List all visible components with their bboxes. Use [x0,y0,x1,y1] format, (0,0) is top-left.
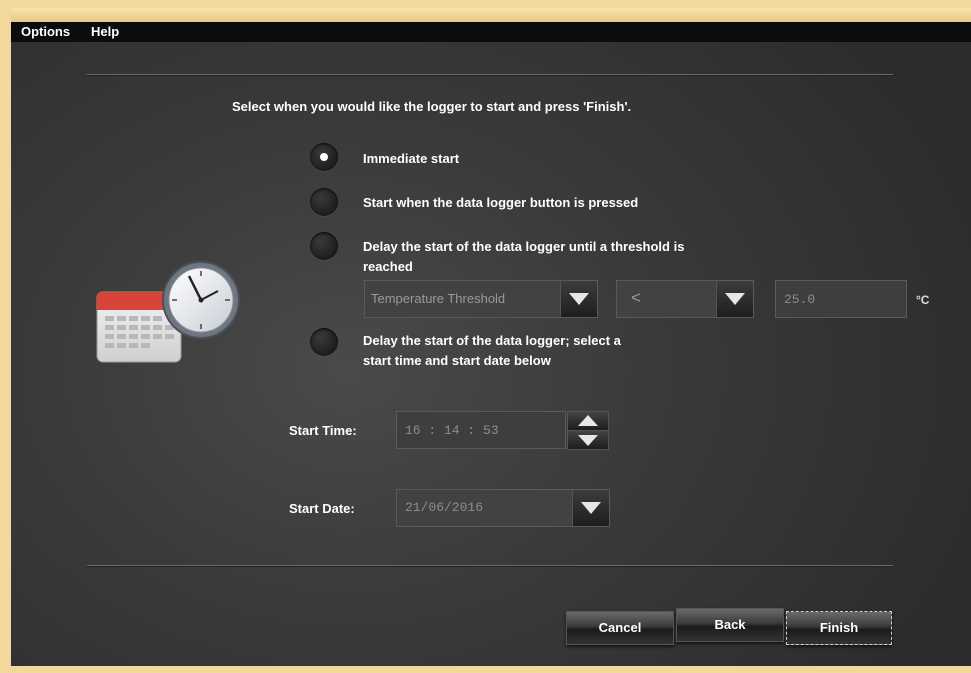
start-date-dropdown-arrow[interactable] [572,490,609,526]
window-title-strip [11,8,971,22]
start-time-value: 16 : 14 : 53 [405,423,499,438]
radio-threshold-start[interactable] [310,232,338,260]
threshold-value-text: 25.0 [784,292,816,307]
chevron-down-icon [578,435,598,446]
menu-options[interactable]: Options [21,24,70,39]
instructions-text: Select when you would like the logger to… [232,99,632,114]
start-date-value: 21/06/2016 [405,500,484,515]
start-date-label: Start Date: [289,501,355,516]
radio-delayed-time-start[interactable] [310,328,338,356]
start-date-picker[interactable]: 21/06/2016 [396,489,610,527]
start-time-decrement-button[interactable] [567,430,609,450]
start-time-input[interactable]: 16 : 14 : 53 [396,411,566,449]
back-button[interactable]: Back [676,608,784,642]
cancel-button[interactable]: Cancel [566,611,674,645]
wizard-window: Options Help Select when you would like … [11,8,971,666]
option-threshold-label-line2: reached [363,259,413,274]
menu-help[interactable]: Help [91,24,119,39]
top-divider [87,74,893,75]
finish-button[interactable]: Finish [786,611,892,645]
threshold-operator-value: < [631,288,641,307]
menu-bar: Options Help [11,22,971,42]
radio-button-press-start[interactable] [310,188,338,216]
threshold-value-input[interactable]: 25.0 [775,280,907,318]
threshold-type-dropdown-arrow[interactable] [560,281,597,317]
threshold-unit-label: °C [916,293,930,307]
start-time-label: Start Time: [289,423,357,438]
start-time-increment-button[interactable] [567,411,609,431]
chevron-down-icon [569,293,589,305]
radio-selected-dot [320,153,328,161]
threshold-operator-dropdown[interactable]: < [616,280,754,318]
option-delayed-time-label-line1: Delay the start of the data logger; sele… [363,333,621,348]
start-time-stepper[interactable] [567,411,609,450]
bottom-divider [87,565,893,566]
chevron-up-icon [578,415,598,426]
threshold-type-dropdown[interactable]: Temperature Threshold [364,280,598,318]
chevron-down-icon [581,502,601,514]
radio-immediate-start[interactable] [310,143,338,171]
option-button-press-label: Start when the data logger button is pre… [363,195,639,210]
option-delayed-time-label-line2: start time and start date below [363,353,551,368]
option-threshold-label-line1: Delay the start of the data logger until… [363,239,685,254]
threshold-operator-dropdown-arrow[interactable] [716,281,753,317]
calendar-clock-icon [96,261,240,363]
option-immediate-start-label: Immediate start [363,151,460,166]
threshold-type-value: Temperature Threshold [371,291,506,306]
chevron-down-icon [725,293,745,305]
